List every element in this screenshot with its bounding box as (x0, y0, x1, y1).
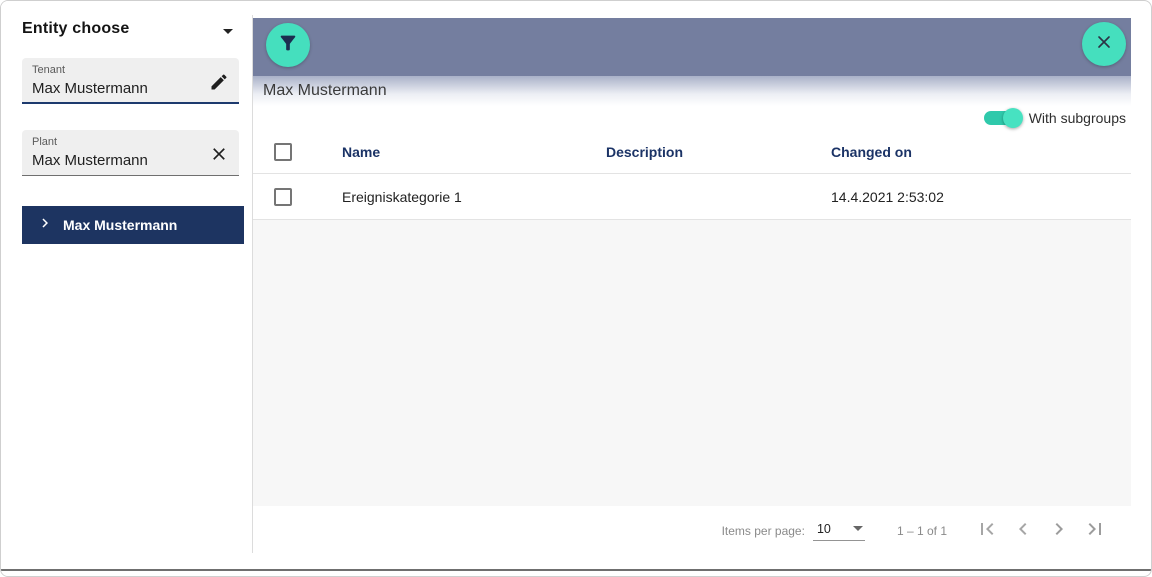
with-subgroups-toggle[interactable] (983, 108, 1023, 128)
items-per-page-select[interactable]: 10 (812, 521, 865, 541)
items-per-page-value: 10 (816, 521, 831, 536)
page-range-label: 1 – 1 of 1 (896, 524, 947, 538)
first-page-icon (975, 517, 999, 546)
window-bottom-edge (1, 569, 1151, 571)
next-page-icon (1047, 517, 1071, 546)
plant-field[interactable]: Plant Max Mustermann (22, 130, 239, 176)
subgroups-toggle-row: With subgroups (253, 106, 1131, 130)
plant-field-value: Max Mustermann (32, 152, 148, 169)
plant-field-label: Plant (32, 136, 58, 148)
table-row[interactable]: Ereigniskategorie 1 14.4.2021 2:53:02 (253, 174, 1131, 220)
panel-title: Max Mustermann (263, 82, 387, 99)
paginator: Items per page: 10 1 – 1 of 1 (253, 506, 1131, 556)
column-header-description[interactable]: Description (606, 144, 831, 160)
sidebar-tree-item-selected[interactable]: Max Mustermann (22, 206, 244, 244)
filter-button[interactable] (266, 23, 310, 67)
tenant-field-label: Tenant (32, 64, 66, 76)
table-header-row: Name Description Changed on (253, 130, 1131, 174)
with-subgroups-label: With subgroups (1028, 110, 1126, 126)
row-checkbox[interactable] (274, 187, 292, 206)
row-name-cell: Ereigniskategorie 1 (342, 188, 462, 205)
main-panel: Max Mustermann With subgroups Name Descr… (253, 18, 1131, 556)
first-page-button[interactable] (969, 513, 1005, 549)
toggle-thumb (1002, 108, 1023, 128)
chevron-right-icon (36, 214, 54, 237)
previous-page-button[interactable] (1005, 513, 1041, 549)
pagination-nav (969, 513, 1113, 549)
last-page-button[interactable] (1077, 513, 1113, 549)
close-button[interactable] (1082, 22, 1126, 66)
edit-pencil-icon[interactable] (207, 70, 231, 94)
appbar (253, 18, 1131, 76)
close-x-icon (1094, 32, 1114, 57)
table-empty-area (253, 220, 1131, 506)
column-header-changed-on[interactable]: Changed on (831, 144, 1131, 160)
sidebar-title: Entity choose (22, 20, 130, 37)
column-header-name[interactable]: Name (342, 144, 606, 160)
row-changed-on-cell: 14.4.2021 2:53:02 (831, 188, 944, 205)
next-page-button[interactable] (1041, 513, 1077, 549)
tenant-field-value: Max Mustermann (32, 80, 148, 97)
clear-x-icon[interactable] (207, 142, 231, 166)
app-window: Entity choose Tenant Max Mustermann Plan… (0, 0, 1152, 577)
entity-sidebar: Entity choose Tenant Max Mustermann Plan… (1, 1, 252, 576)
tenant-field[interactable]: Tenant Max Mustermann (22, 58, 239, 104)
select-caret-icon (852, 526, 863, 531)
title-strip: Max Mustermann (253, 76, 1131, 106)
items-per-page-label: Items per page: (721, 524, 805, 538)
collapse-caret-icon[interactable] (223, 29, 233, 34)
filter-funnel-icon (277, 32, 299, 59)
last-page-icon (1083, 517, 1107, 546)
tree-item-label: Max Mustermann (63, 217, 178, 233)
previous-page-icon (1011, 517, 1035, 546)
row-checkbox-cell (253, 187, 342, 206)
select-all-checkbox[interactable] (274, 142, 292, 161)
select-all-cell (253, 142, 342, 161)
